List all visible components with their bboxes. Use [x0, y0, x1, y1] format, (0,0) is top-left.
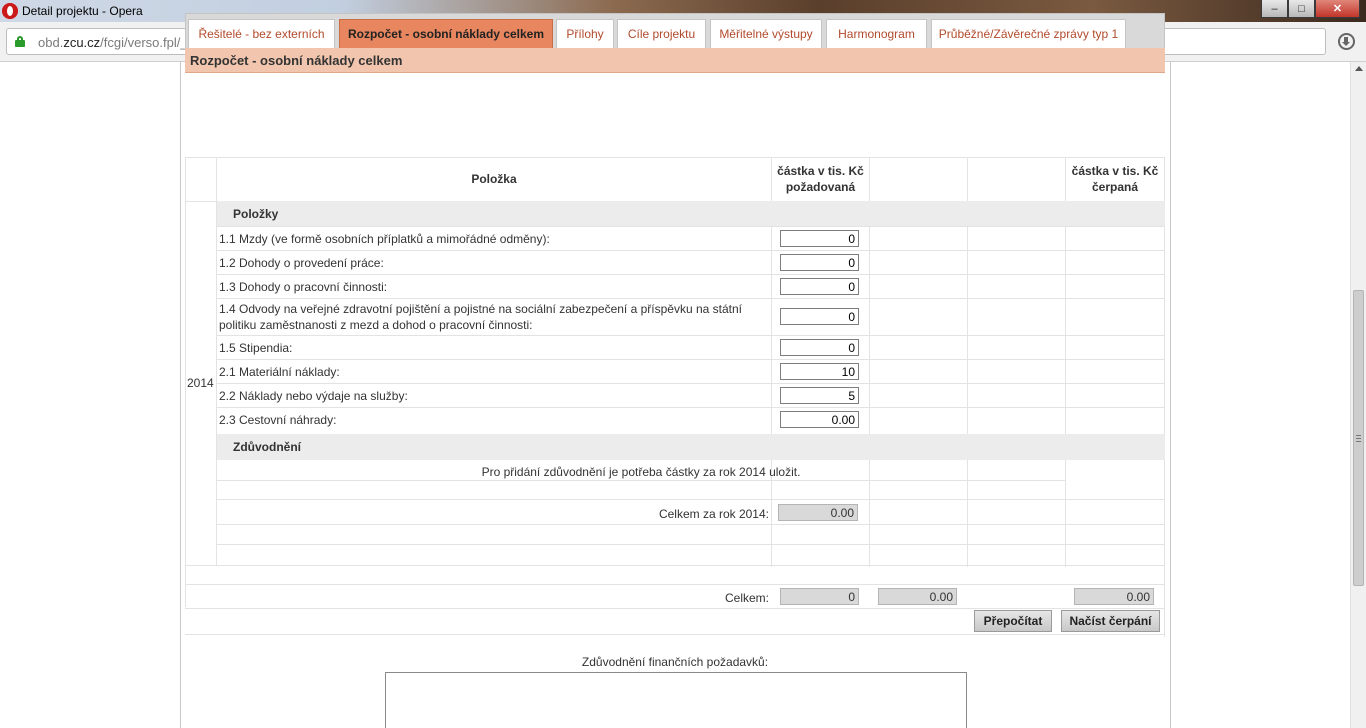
- tab-zpravy[interactable]: Průběžné/Závěrečné zprávy typ 1: [931, 19, 1126, 48]
- col-header-spent: částka v tis. Kč čerpaná: [1071, 164, 1159, 194]
- load-spending-button[interactable]: Načíst čerpání: [1061, 610, 1160, 632]
- opera-logo-icon: [2, 3, 18, 19]
- tab-cile-projektu[interactable]: Cíle projektu: [617, 19, 706, 48]
- window-controls: – □ ✕: [1261, 0, 1360, 18]
- row-label-1-5: 1.5 Stipendia:: [219, 341, 293, 355]
- row-label-2-2: 2.2 Náklady nebo výdaje na služby:: [219, 389, 408, 403]
- row-label-2-3: 2.3 Cestovní náhrady:: [219, 413, 337, 427]
- budget-table: Položka částka v tis. Kč požadovaná částk…: [185, 157, 1165, 637]
- justification-note: Pro přidání zdůvodnění je potřeba částky…: [481, 465, 801, 479]
- col-header-item: Položka: [471, 172, 517, 186]
- lock-icon: [15, 36, 25, 47]
- row-label-1-1: 1.1 Mzdy (ve formě osobních příplatků a …: [219, 232, 550, 246]
- row-label-1-3: 1.3 Dohody o pracovní činnosti:: [219, 280, 388, 294]
- year-label: 2014: [187, 376, 214, 390]
- col-header-requested: částka v tis. Kč požadovaná: [777, 164, 864, 194]
- financial-justification-textarea[interactable]: [385, 672, 967, 728]
- minimize-button[interactable]: –: [1261, 0, 1288, 18]
- row-label-2-1: 2.1 Materiální náklady:: [219, 365, 340, 379]
- tab-prilohy[interactable]: Přílohy: [556, 19, 614, 48]
- input-2-1[interactable]: [780, 363, 859, 380]
- input-1-5[interactable]: [780, 339, 859, 356]
- close-button[interactable]: ✕: [1315, 0, 1360, 18]
- grip-icon: [1356, 435, 1361, 442]
- tab-rozpocet[interactable]: Rozpočet - osobní náklady celkem: [339, 19, 553, 48]
- input-2-2[interactable]: [780, 387, 859, 404]
- maximize-button[interactable]: □: [1288, 0, 1315, 18]
- window-title: Detail projektu - Opera: [22, 4, 143, 18]
- total-spent: [1074, 588, 1154, 605]
- tab-meritelne-vystupy[interactable]: Měřitelné výstupy: [710, 19, 822, 48]
- input-1-2[interactable]: [780, 254, 859, 271]
- scroll-thumb[interactable]: [1353, 290, 1364, 586]
- recalculate-button[interactable]: Přepočítat: [974, 610, 1052, 632]
- tab-strip: Řešitelé - bez externích Rozpočet - osob…: [185, 13, 1165, 48]
- total-col2: [878, 588, 957, 605]
- vertical-scrollbar[interactable]: [1350, 62, 1366, 728]
- row-label-1-2: 1.2 Dohody o provedení práce:: [219, 256, 384, 270]
- financial-justification-label: Zdůvodnění finančních požadavků:: [581, 655, 769, 669]
- section-title: Rozpočet - osobní náklady celkem: [185, 48, 1165, 73]
- input-1-3[interactable]: [780, 278, 859, 295]
- input-1-1[interactable]: [780, 230, 859, 247]
- input-1-4[interactable]: [780, 308, 859, 325]
- tab-resitele[interactable]: Řešitelé - bez externích: [188, 19, 335, 48]
- input-2-3[interactable]: [780, 411, 859, 428]
- year-total-label: Celkem za rok 2014:: [658, 507, 769, 521]
- justification-heading: Zdůvodnění: [217, 434, 1165, 460]
- scroll-up-arrow-icon[interactable]: [1355, 66, 1363, 71]
- year-total-value: [778, 504, 858, 521]
- items-heading: Položky: [217, 201, 1165, 227]
- tab-harmonogram[interactable]: Harmonogram: [826, 19, 927, 48]
- total-label: Celkem:: [724, 591, 769, 605]
- row-label-1-4: 1.4 Odvody na veřejné zdravotní pojištěn…: [219, 302, 742, 332]
- download-icon[interactable]: [1338, 33, 1355, 50]
- total-requested: [780, 588, 859, 605]
